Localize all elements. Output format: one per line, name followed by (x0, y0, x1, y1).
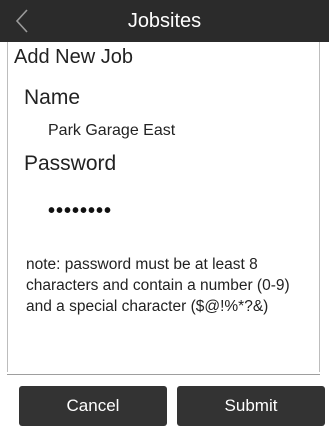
name-label: Name (24, 86, 81, 109)
top-app-bar: Jobsites (0, 0, 329, 42)
password-input[interactable]: •••••••• (48, 200, 112, 223)
submit-button[interactable]: Submit (177, 386, 325, 426)
password-label: Password (24, 152, 117, 175)
cancel-button[interactable]: Cancel (19, 386, 167, 426)
content-frame-left-border (7, 42, 8, 372)
name-input[interactable] (48, 122, 298, 140)
form-title: Add New Job (14, 46, 133, 68)
content-frame-right-border (319, 42, 320, 372)
page-title: Jobsites (127, 10, 202, 32)
password-requirements-note: note: password must be at least 8 charac… (26, 256, 290, 315)
divider (7, 374, 320, 375)
